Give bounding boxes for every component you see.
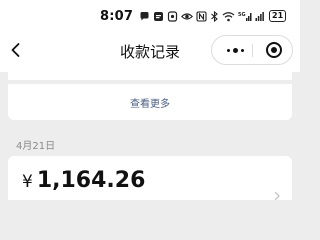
signal-icon xyxy=(255,11,264,21)
bluetooth-icon xyxy=(211,10,218,22)
date-header: 4月21日 xyxy=(16,141,56,152)
eye-comfort-icon xyxy=(181,12,193,20)
wifi-icon xyxy=(222,11,235,21)
svg-text:5G: 5G xyxy=(238,12,246,18)
chat-bubble-icon xyxy=(140,11,149,20)
payment-amount: 1,164.26 xyxy=(36,168,146,193)
view-more-card: 查看更多 xyxy=(8,84,292,120)
notification-icon xyxy=(167,10,178,22)
nfc-icon xyxy=(196,10,207,22)
status-time: 8:07 xyxy=(100,9,134,24)
view-more-link[interactable]: 查看更多 xyxy=(8,95,292,110)
previous-card-bottom xyxy=(8,72,292,80)
mini-program-capsule xyxy=(211,35,293,65)
status-icons: 5G 21 xyxy=(139,10,287,22)
payment-record-card[interactable]: ¥ 1,164.26 xyxy=(8,156,292,201)
status-bar: 8:07 5G 21 xyxy=(0,0,300,28)
capsule-divider xyxy=(252,44,253,57)
message-icon xyxy=(154,11,163,21)
currency-symbol: ¥ xyxy=(22,172,33,192)
more-dots-icon[interactable] xyxy=(220,36,250,64)
signal-5g-icon: 5G xyxy=(238,12,252,21)
chevron-right-icon xyxy=(274,191,280,201)
amount-row: ¥ 1,164.26 xyxy=(22,168,145,193)
target-close-icon[interactable] xyxy=(260,36,288,64)
battery-indicator: 21 xyxy=(269,10,287,22)
nav-bar: 收款记录 xyxy=(0,28,300,72)
